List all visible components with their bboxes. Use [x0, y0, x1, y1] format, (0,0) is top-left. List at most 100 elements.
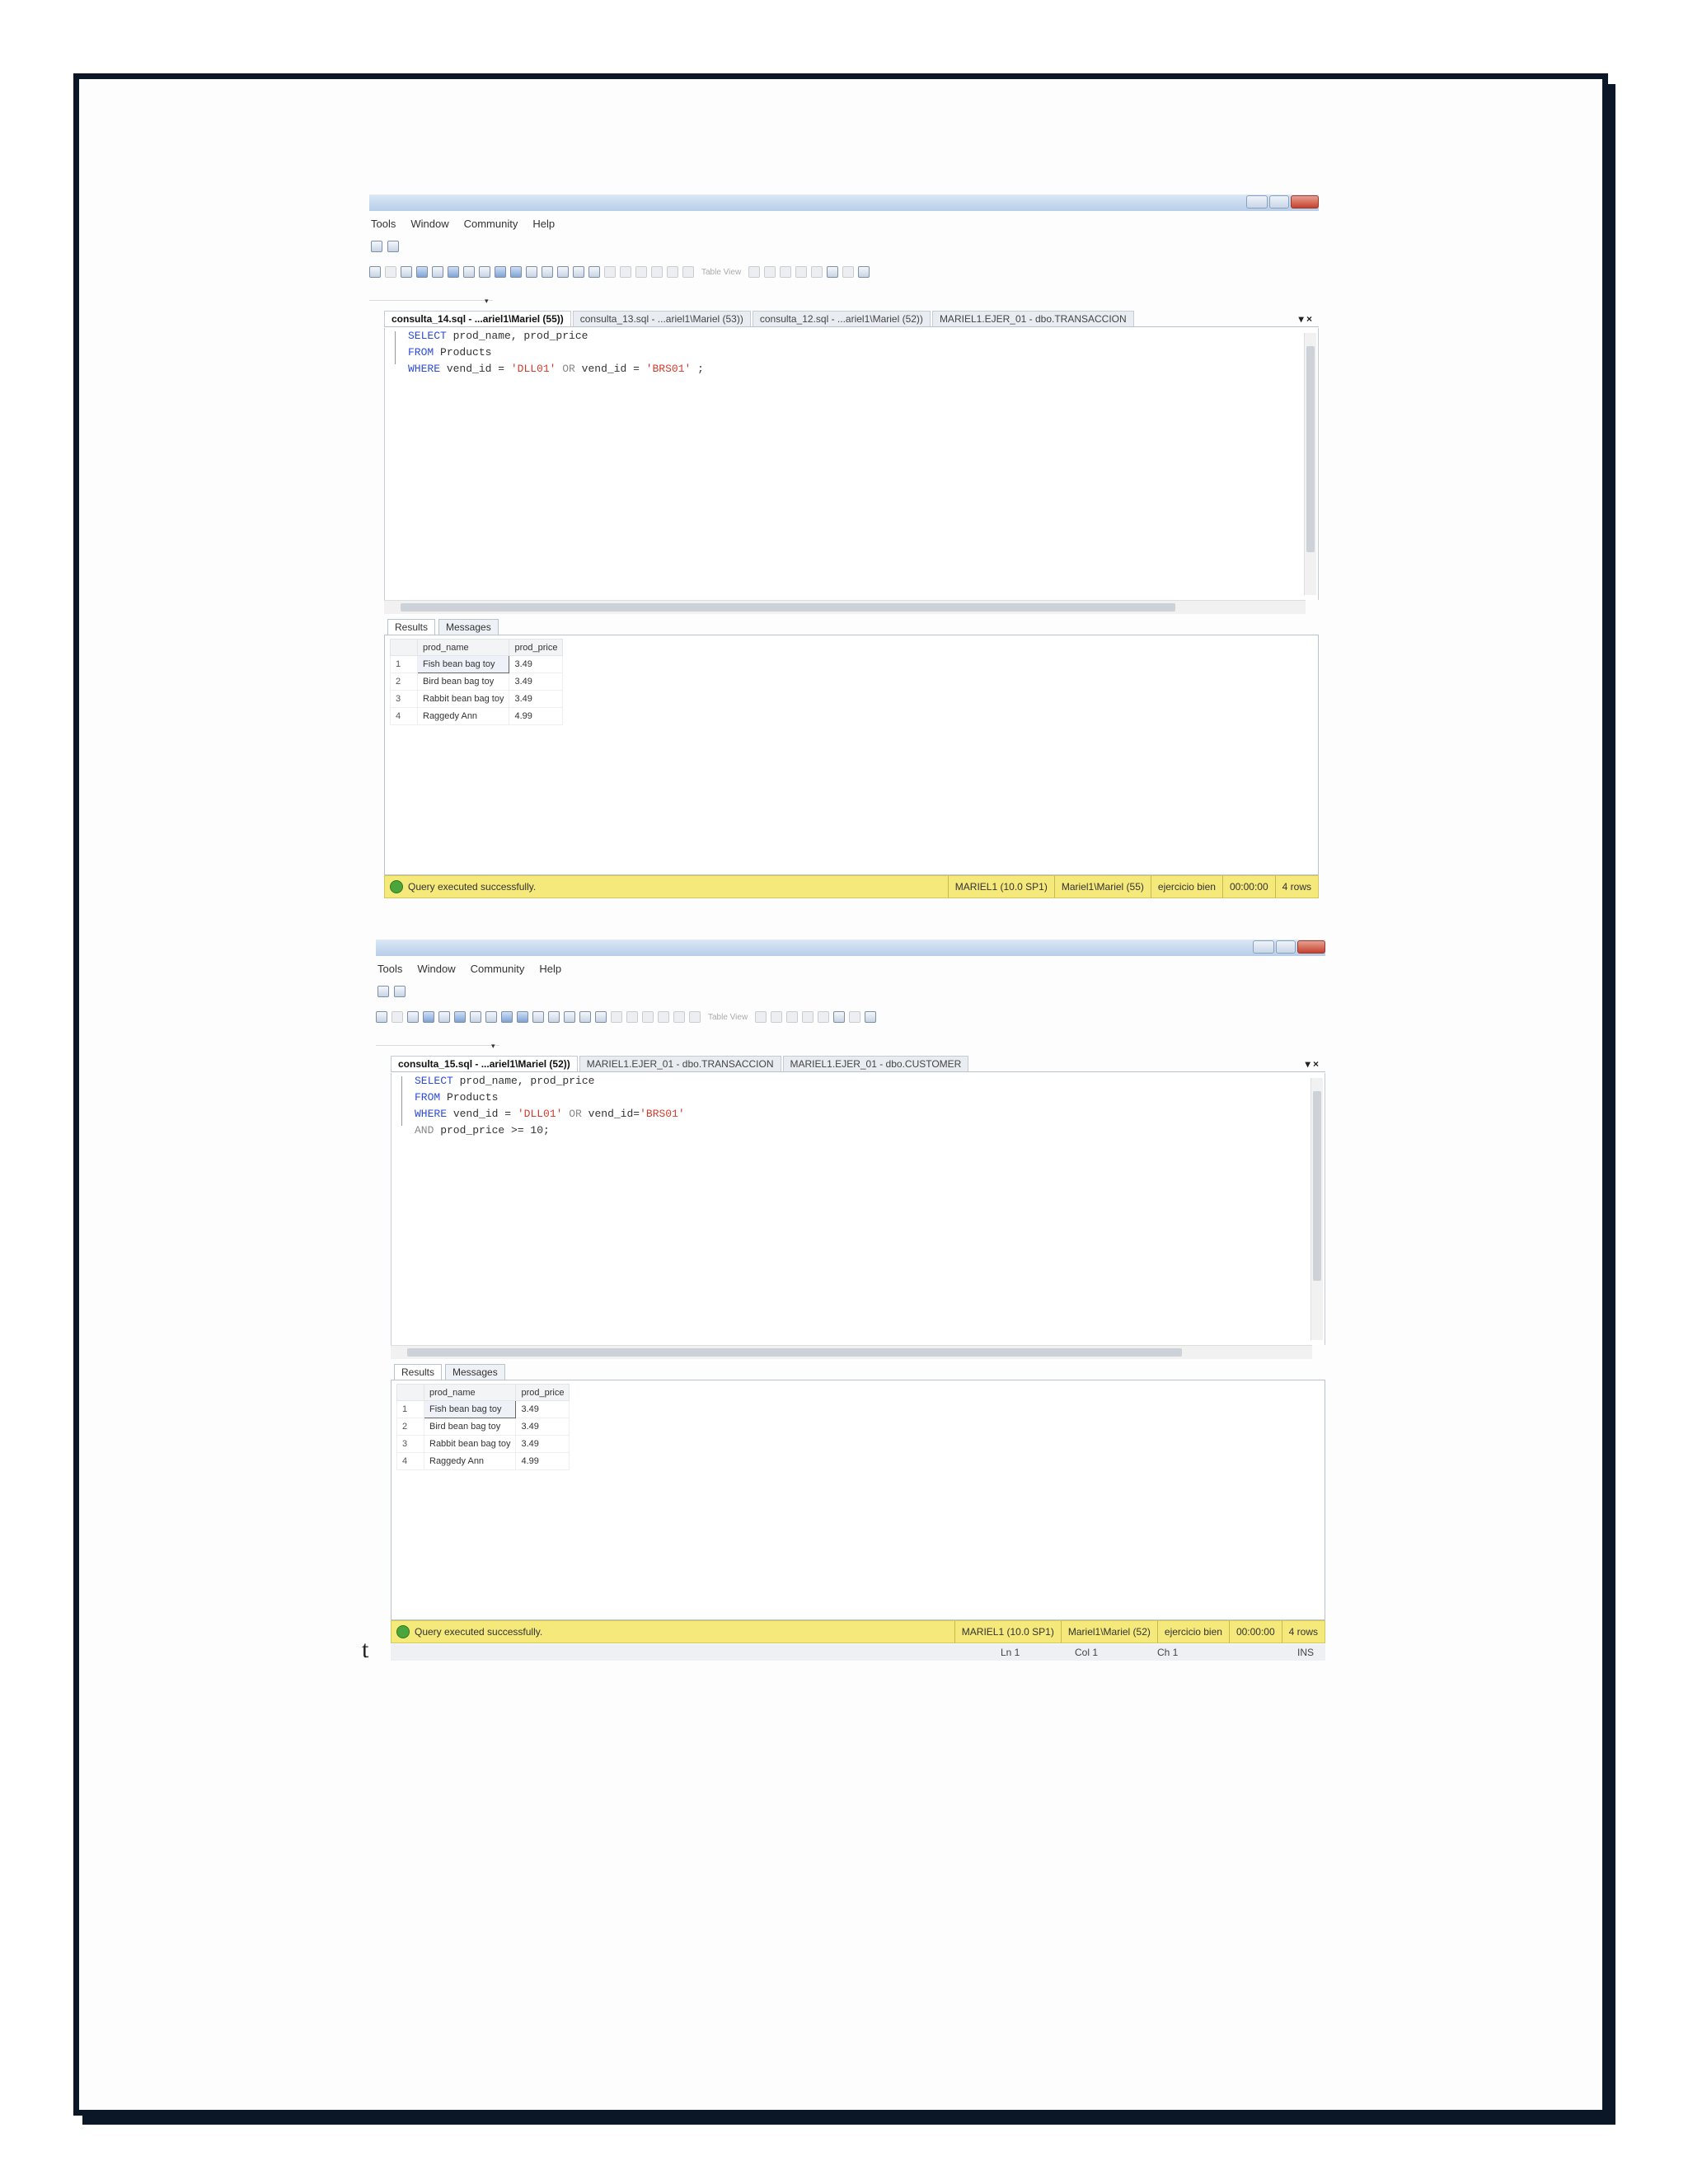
- client-stats-icon[interactable]: [510, 266, 522, 278]
- results-to-file-icon[interactable]: [448, 266, 459, 278]
- stop-icon[interactable]: [392, 1011, 403, 1023]
- intellisense-icon[interactable]: [485, 1011, 497, 1023]
- database-selector[interactable]: [369, 287, 493, 301]
- scroll-thumb[interactable]: [1306, 346, 1315, 552]
- grid-cell[interactable]: Raggedy Ann: [423, 1452, 517, 1470]
- row-number[interactable]: 4: [390, 707, 418, 725]
- outdent-icon[interactable]: [579, 1011, 591, 1023]
- minimize-icon[interactable]: [1253, 940, 1274, 954]
- row-number[interactable]: 1: [396, 1400, 424, 1418]
- menu-help[interactable]: Help: [532, 218, 555, 230]
- query-editor[interactable]: SELECT prod_name, prod_price FROM Produc…: [384, 328, 1319, 600]
- specify-values-icon[interactable]: [588, 266, 600, 278]
- chevron-down-icon[interactable]: ▾: [491, 1042, 495, 1051]
- execute-icon[interactable]: [369, 266, 381, 278]
- table-row[interactable]: 1 Fish bean bag toy 3.49: [390, 655, 564, 673]
- tab-consulta-13[interactable]: consulta_13.sql - ...ariel1\Mariel (53)): [572, 311, 751, 326]
- uncomment-icon[interactable]: [548, 1011, 560, 1023]
- execute-icon[interactable]: [376, 1011, 387, 1023]
- scroll-thumb[interactable]: [401, 603, 1175, 612]
- row-number[interactable]: 2: [396, 1418, 424, 1436]
- grid-cell[interactable]: 3.49: [515, 1418, 570, 1436]
- results-to-text-icon[interactable]: [438, 1011, 450, 1023]
- grid-cell[interactable]: Fish bean bag toy: [423, 1400, 517, 1418]
- menu-tools[interactable]: Tools: [371, 218, 396, 230]
- tab-consulta-15[interactable]: consulta_15.sql - ...ariel1\Mariel (52)): [391, 1056, 578, 1071]
- tab-consulta-12[interactable]: consulta_12.sql - ...ariel1\Mariel (52)): [752, 311, 931, 326]
- tab-messages[interactable]: Messages: [445, 1364, 505, 1380]
- row-number[interactable]: 3: [396, 1435, 424, 1453]
- layout-tool-icon[interactable]: [827, 266, 839, 278]
- include-plan-icon[interactable]: [501, 1011, 513, 1023]
- restore-icon[interactable]: [1276, 940, 1296, 954]
- grid-cell[interactable]: 4.99: [509, 707, 564, 725]
- grid-cell[interactable]: 3.49: [509, 690, 564, 708]
- table-row[interactable]: 3 Rabbit bean bag toy 3.49: [396, 1435, 570, 1453]
- editor-vertical-scrollbar[interactable]: [1311, 1078, 1323, 1340]
- menu-tools[interactable]: Tools: [377, 963, 402, 975]
- indent-icon[interactable]: [557, 266, 569, 278]
- table-row[interactable]: 4 Raggedy Ann 4.99: [390, 707, 564, 725]
- tab-results[interactable]: Results: [394, 1364, 443, 1380]
- results-to-file-icon[interactable]: [454, 1011, 466, 1023]
- grid-cell[interactable]: Raggedy Ann: [416, 707, 510, 725]
- scroll-thumb[interactable]: [1313, 1091, 1321, 1281]
- save-icon[interactable]: [377, 986, 389, 997]
- row-number[interactable]: 1: [390, 655, 418, 673]
- grid-cell[interactable]: 3.49: [509, 655, 564, 673]
- table-view-dropdown[interactable]: Table View: [698, 268, 744, 277]
- column-header[interactable]: prod_price: [515, 1384, 570, 1401]
- results-to-grid-icon[interactable]: [423, 1011, 434, 1023]
- row-number[interactable]: 4: [396, 1452, 424, 1470]
- close-icon[interactable]: [1291, 195, 1319, 209]
- grid-corner[interactable]: [396, 1384, 424, 1401]
- restore-icon[interactable]: [1269, 195, 1289, 209]
- layout-tool-icon[interactable]: [833, 1011, 846, 1023]
- table-row[interactable]: 2 Bird bean bag toy 3.49: [390, 673, 564, 691]
- database-selector[interactable]: [376, 1032, 499, 1046]
- menu-window[interactable]: Window: [410, 218, 448, 230]
- indent-icon[interactable]: [564, 1011, 575, 1023]
- results-to-text-icon[interactable]: [432, 266, 443, 278]
- table-row[interactable]: 4 Raggedy Ann 4.99: [396, 1452, 570, 1470]
- uncomment-icon[interactable]: [542, 266, 553, 278]
- column-header[interactable]: prod_price: [509, 639, 564, 656]
- layout-tool-icon[interactable]: [858, 266, 870, 278]
- include-plan-icon[interactable]: [495, 266, 506, 278]
- table-row[interactable]: 3 Rabbit bean bag toy 3.49: [390, 690, 564, 708]
- scroll-thumb[interactable]: [407, 1348, 1182, 1357]
- layout-tool-icon[interactable]: [865, 1011, 877, 1023]
- table-row[interactable]: 1 Fish bean bag toy 3.49: [396, 1400, 570, 1418]
- tab-results[interactable]: Results: [387, 619, 436, 635]
- tab-transaccion[interactable]: MARIEL1.EJER_01 - dbo.TRANSACCION: [931, 311, 1134, 326]
- save-icon[interactable]: [371, 241, 382, 252]
- grid-cell[interactable]: 3.49: [509, 673, 564, 691]
- table-view-dropdown[interactable]: Table View: [705, 1013, 751, 1022]
- stop-icon[interactable]: [385, 266, 396, 278]
- chevron-down-icon[interactable]: ▾: [485, 297, 489, 306]
- column-header[interactable]: prod_name: [416, 639, 510, 656]
- row-number[interactable]: 2: [390, 673, 418, 691]
- tab-customer[interactable]: MARIEL1.EJER_01 - dbo.CUSTOMER: [782, 1056, 969, 1071]
- grid-cell[interactable]: Fish bean bag toy: [416, 655, 510, 673]
- save-all-icon[interactable]: [387, 241, 399, 252]
- tab-messages[interactable]: Messages: [438, 619, 499, 635]
- menu-help[interactable]: Help: [539, 963, 561, 975]
- grid-cell[interactable]: Rabbit bean bag toy: [416, 690, 510, 708]
- tab-consulta-14[interactable]: consulta_14.sql - ...ariel1\Mariel (55)): [384, 311, 571, 326]
- results-to-grid-icon[interactable]: [416, 266, 428, 278]
- tab-close-controls[interactable]: ▾ ×: [1306, 1058, 1319, 1070]
- grid-cell[interactable]: 3.49: [515, 1400, 570, 1418]
- tab-transaccion[interactable]: MARIEL1.EJER_01 - dbo.TRANSACCION: [579, 1056, 781, 1071]
- comment-icon[interactable]: [532, 1011, 544, 1023]
- column-header[interactable]: prod_name: [423, 1384, 517, 1401]
- editor-vertical-scrollbar[interactable]: [1304, 333, 1316, 595]
- outdent-icon[interactable]: [573, 266, 584, 278]
- grid-corner[interactable]: [390, 639, 418, 656]
- parse-check-icon[interactable]: [401, 266, 412, 278]
- minimize-icon[interactable]: [1246, 195, 1268, 209]
- menu-community[interactable]: Community: [471, 963, 525, 975]
- query-editor[interactable]: SELECT prod_name, prod_price FROM Produc…: [391, 1073, 1325, 1345]
- grid-cell[interactable]: Bird bean bag toy: [423, 1418, 517, 1436]
- table-row[interactable]: 2 Bird bean bag toy 3.49: [396, 1418, 570, 1436]
